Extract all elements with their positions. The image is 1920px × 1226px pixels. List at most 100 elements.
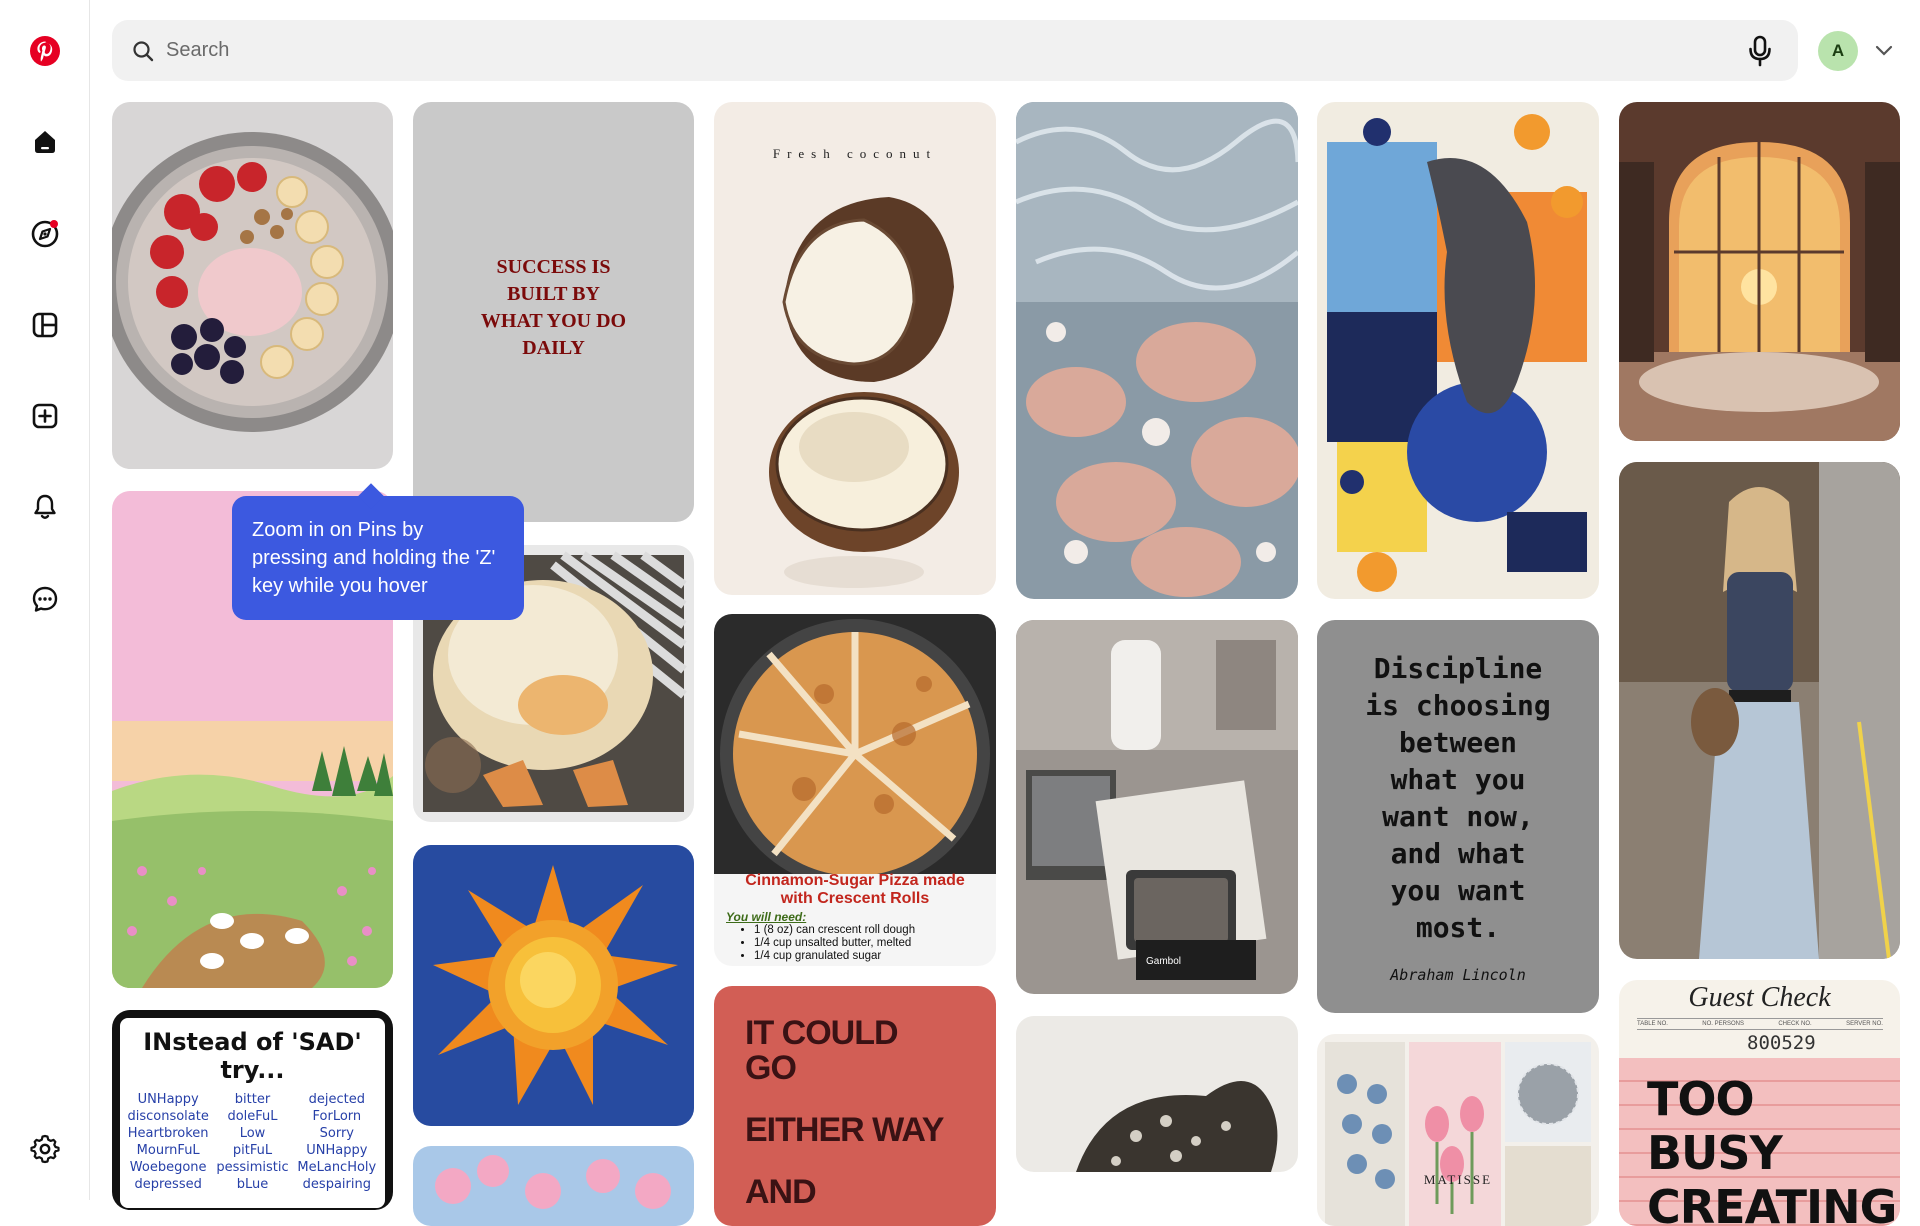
seashells-photo-image <box>1016 102 1298 599</box>
sad-word: UNHappy <box>137 1092 199 1107</box>
guest-check-number: 800529 <box>1747 1032 1816 1054</box>
desk-photo-image: Gambol <box>1016 620 1298 994</box>
success-quote-line: BUILT BY <box>507 283 600 305</box>
sad-word: depressed <box>134 1177 202 1192</box>
discipline-quote-line: most. <box>1415 911 1501 944</box>
sad-words-card: INstead of 'SAD' try... UNHappy bitter dej… <box>112 1010 393 1210</box>
pizza-title: Cinnamon-Sugar Pizza made with Crescent … <box>714 872 996 908</box>
zoom-tooltip: Zoom in on Pins by pressing and holding … <box>232 496 524 620</box>
guest-check-headers: TABLE NO. NO. PERSONS CHECK NO. SERVER N… <box>1637 1018 1883 1030</box>
sad-word: bitter <box>234 1092 271 1107</box>
pin-sad-words[interactable]: INstead of 'SAD' try... UNHappy bitter dej… <box>112 1010 393 1210</box>
sidebar-item-notifications[interactable] <box>21 483 69 531</box>
coconut-illustration <box>769 197 959 588</box>
sad-words-heading: INstead of 'SAD' try... <box>143 1028 362 1084</box>
sad-word: Heartbroken <box>127 1126 209 1141</box>
zoom-tooltip-text: Zoom in on Pins by pressing and holding … <box>252 519 496 597</box>
fish-collage-image <box>1317 102 1599 599</box>
bell-icon <box>34 494 56 519</box>
sad-word: Woebegone <box>129 1160 207 1175</box>
pin-fruit-bowl[interactable] <box>112 102 393 469</box>
sidebar-item-messages[interactable] <box>21 575 69 623</box>
plus-square-icon <box>32 403 58 429</box>
pin-leopard[interactable] <box>1016 1016 1298 1172</box>
sidebar-item-explore[interactable] <box>21 210 69 258</box>
sidebar-item-settings[interactable] <box>21 1124 69 1172</box>
discipline-quote-line: is choosing <box>1365 689 1551 722</box>
sad-word: bLue <box>236 1177 269 1192</box>
sad-word: despairing <box>302 1177 371 1192</box>
voice-search-button[interactable] <box>1732 23 1788 79</box>
it-could-go-line: AND <box>745 1173 817 1211</box>
pizza-ingredient: 1/4 cup unsalted butter, melted <box>754 937 915 950</box>
home-icon <box>35 131 55 153</box>
sad-word: doleFuL <box>227 1109 278 1124</box>
pin-street-outfit[interactable] <box>1619 462 1900 959</box>
pin-fish-collage[interactable] <box>1317 102 1599 599</box>
guest-check-title: Guest Check <box>1688 982 1831 1013</box>
pizza-ingredients: 1 (8 oz) can crescent roll dough 1/4 cup… <box>754 924 915 963</box>
pin-sunset-room[interactable] <box>1619 102 1900 441</box>
discipline-quote: Discipline is choosing between what you … <box>1317 650 1599 946</box>
chat-icon <box>32 586 58 612</box>
pin-desk-setup[interactable]: Gambol <box>1016 620 1298 994</box>
avatar[interactable]: A <box>1818 31 1858 71</box>
cherry-blossom-image <box>413 1146 694 1226</box>
success-quote-line: WHAT YOU DO <box>480 310 627 332</box>
pin-it-could-go[interactable]: IT COULD GO EITHER WAY AND <box>714 986 996 1226</box>
sidebar <box>0 0 90 1200</box>
guest-check-header: TABLE NO. <box>1637 1021 1668 1027</box>
pizza-subtitle: You will need: <box>726 910 807 924</box>
leopard-photo-image <box>1016 1016 1298 1172</box>
sidebar-item-create[interactable] <box>21 392 69 440</box>
pin-guest-check[interactable]: Guest Check TABLE NO. NO. PERSONS CHECK … <box>1619 980 1900 1226</box>
it-could-go-line: EITHER WAY <box>745 1111 944 1149</box>
pin-matisse-collage[interactable]: MATISSE <box>1317 1034 1599 1226</box>
pin-quote-success[interactable]: SUCCESS IS BUILT BY WHAT YOU DO DAILY <box>413 102 694 522</box>
sad-word: pessimistic <box>216 1160 289 1175</box>
discipline-author: Abraham Lincoln <box>1390 966 1526 984</box>
pin-seashells-water[interactable] <box>1016 102 1298 599</box>
pin-discipline-quote[interactable]: Discipline is choosing between what you … <box>1317 620 1599 1013</box>
search-bar[interactable] <box>112 20 1798 81</box>
pizza-ingredient: 1 (8 oz) can crescent roll dough <box>754 924 915 937</box>
sad-word: Low <box>239 1126 266 1141</box>
success-quote-line: DAILY <box>522 337 585 359</box>
chevron-down-icon <box>1875 45 1893 56</box>
discipline-quote-line: between <box>1398 726 1517 759</box>
pin-coconut[interactable]: Fresh coconut <box>714 102 996 595</box>
sun-painting-image <box>413 845 694 1126</box>
guest-check-line: CREATING <box>1647 1180 1897 1226</box>
discipline-quote-line: and what <box>1390 837 1526 870</box>
sidebar-item-home[interactable] <box>21 118 69 166</box>
success-quote: SUCCESS IS BUILT BY WHAT YOU DO DAILY <box>413 254 694 362</box>
it-could-go-line: GO <box>745 1049 797 1087</box>
fruit-bowl-image <box>112 102 393 469</box>
sidebar-item-boards[interactable] <box>21 301 69 349</box>
pizza-title-line: with Crescent Rolls <box>780 890 930 907</box>
search-icon <box>133 40 154 61</box>
it-could-go-text: IT COULD GO EITHER WAY AND <box>745 1016 944 1211</box>
journal-brand: Gambol <box>1146 956 1181 967</box>
discipline-quote-line: want now, <box>1382 800 1534 833</box>
street-outfit-image <box>1619 462 1900 959</box>
discipline-quote-line: what you <box>1390 763 1526 796</box>
pin-cinnamon-pizza[interactable]: Cinnamon-Sugar Pizza made with Crescent … <box>714 614 996 966</box>
pin-sun-painting[interactable] <box>413 845 694 1126</box>
sad-word: UNHappy <box>306 1143 368 1158</box>
gear-icon <box>30 1134 60 1164</box>
search-input[interactable] <box>154 20 1732 81</box>
pinterest-logo[interactable] <box>21 27 69 75</box>
boards-icon <box>32 312 58 338</box>
sad-word: dejected <box>308 1092 365 1107</box>
guest-check-line: TOO BUSY <box>1647 1072 1783 1180</box>
guest-check-header: CHECK NO. <box>1778 1021 1812 1027</box>
pin-cherry-blossom[interactable] <box>413 1146 694 1226</box>
guest-check-header: SERVER NO. <box>1846 1021 1883 1027</box>
sad-word: MeLancHoly <box>297 1160 377 1175</box>
account-menu-button[interactable] <box>1871 38 1897 64</box>
notification-dot <box>50 220 58 228</box>
matisse-label: MATISSE <box>1424 1172 1492 1187</box>
sad-word: MournFuL <box>136 1143 200 1158</box>
pizza-ingredient: 1/4 cup granulated sugar <box>754 950 915 963</box>
